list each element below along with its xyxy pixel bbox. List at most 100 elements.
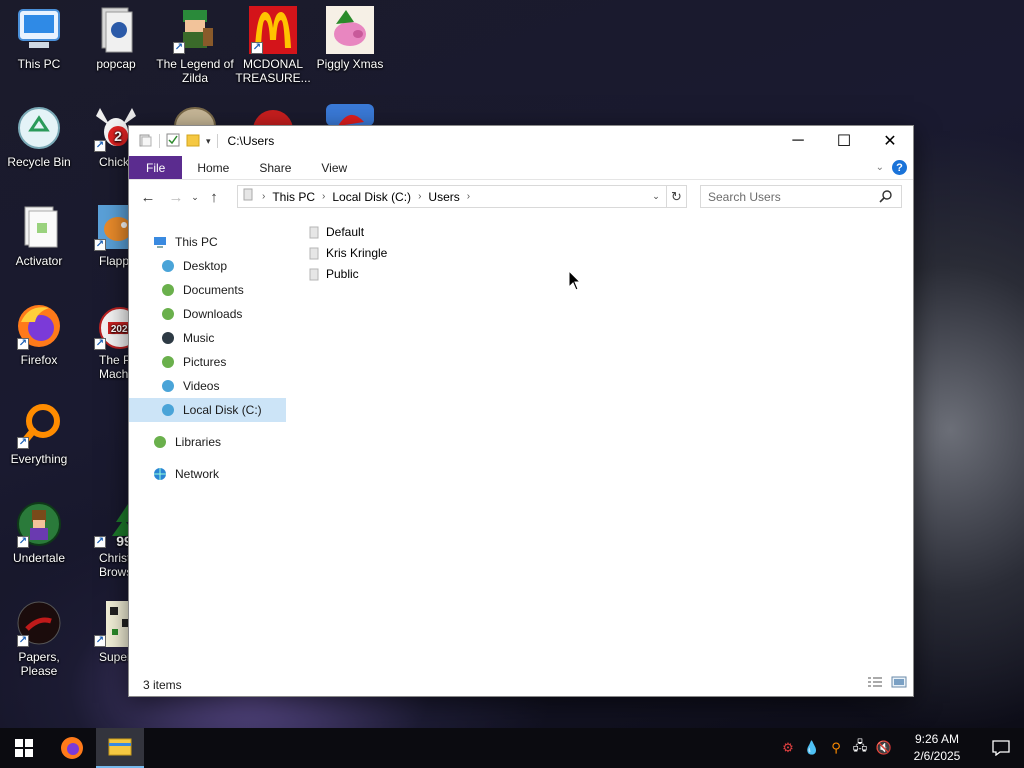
back-arrow-icon[interactable]: ← bbox=[137, 189, 159, 206]
undertale-icon: ↗ bbox=[15, 500, 63, 548]
nav-label: Music bbox=[183, 331, 215, 345]
file-explorer-window: ▾ C:\Users ─ ☐ ✕ File Home Share View ⌄ … bbox=[128, 125, 914, 697]
droplet-icon[interactable]: 💧 bbox=[800, 740, 824, 756]
nav-item-downloads[interactable]: Downloads bbox=[129, 302, 286, 326]
downloads-folder-icon bbox=[162, 308, 174, 320]
details-view-icon[interactable] bbox=[867, 676, 883, 691]
shortcut-arrow-icon: ↗ bbox=[94, 635, 106, 647]
navigation-bar: ← → ⌄ ↑ › This PC › Local Disk (C:) › Us… bbox=[129, 184, 913, 210]
desktop-icon-legend-of-zilda[interactable]: ↗ The Legend of Zilda bbox=[156, 6, 234, 85]
minimize-button[interactable]: ─ bbox=[775, 126, 821, 156]
new-folder-icon[interactable] bbox=[186, 133, 200, 150]
firefox-icon: ↗ bbox=[15, 302, 63, 350]
desktop-icon-mcdonald-treasure[interactable]: ↗ MCDONAL TREASURE... bbox=[234, 6, 312, 85]
notifications-button[interactable] bbox=[978, 740, 1024, 756]
nav-item-this-pc[interactable]: This PC bbox=[129, 230, 286, 254]
nav-label: Network bbox=[175, 467, 220, 481]
documents-folder-icon bbox=[162, 284, 174, 296]
desktop-icon-piggly-xmas[interactable]: Piggly Xmas bbox=[311, 6, 389, 71]
title-bar[interactable]: ▾ C:\Users ─ ☐ ✕ bbox=[129, 126, 913, 156]
breadcrumb-this-pc[interactable]: This PC bbox=[272, 190, 315, 204]
list-item[interactable]: Kris Kringle bbox=[309, 243, 409, 263]
network-icon bbox=[154, 468, 166, 480]
desktop-icon-recycle-bin[interactable]: Recycle Bin bbox=[0, 104, 78, 169]
legend-of-zilda-icon: ↗ bbox=[171, 6, 219, 54]
desktop-icon-label: The Legend of Zilda bbox=[156, 57, 234, 85]
system-tray: ⚙ 💧 ⚲ 🖧 🔇 9:26 AM 2/6/2025 bbox=[776, 728, 1024, 768]
tab-file[interactable]: File bbox=[129, 156, 183, 179]
desktop-icon-firefox[interactable]: ↗ Firefox bbox=[0, 302, 78, 367]
game-icon bbox=[249, 104, 297, 126]
nav-item-videos[interactable]: Videos bbox=[129, 374, 286, 398]
desktop-icon-everything[interactable]: ↗ Everything bbox=[0, 401, 78, 466]
clock[interactable]: 9:26 AM 2/6/2025 bbox=[904, 731, 970, 765]
expand-ribbon-chevron-icon[interactable]: ⌄ bbox=[876, 162, 884, 173]
search-box[interactable]: Search Users bbox=[700, 185, 902, 208]
refresh-icon[interactable]: ↻ bbox=[666, 186, 686, 207]
local-disk-icon bbox=[162, 404, 174, 416]
breadcrumb-separator-icon[interactable]: › bbox=[262, 191, 265, 202]
desktop-icon-label: Undertale bbox=[12, 551, 66, 565]
nav-item-desktop[interactable]: Desktop bbox=[129, 254, 286, 278]
nav-item-libraries[interactable]: Libraries bbox=[129, 430, 286, 454]
tray-app-icon[interactable]: ⚙ bbox=[776, 740, 800, 756]
taskbar-file-explorer-button[interactable] bbox=[96, 728, 144, 768]
nav-item-music[interactable]: Music bbox=[129, 326, 286, 350]
tab-view[interactable]: View bbox=[306, 156, 362, 179]
popcap-icon bbox=[92, 6, 140, 54]
desktop-icon-label: Papers, Please bbox=[18, 650, 60, 678]
address-history-chevron-icon[interactable]: ⌄ bbox=[646, 191, 666, 202]
nav-label: Desktop bbox=[183, 259, 228, 273]
desktop-icon-papers-please[interactable]: ↗ Papers, Please bbox=[0, 599, 78, 678]
desktop-icon-label: Firefox bbox=[20, 353, 58, 367]
desktop-icon-activator[interactable]: Activator bbox=[0, 203, 78, 268]
address-bar[interactable]: › This PC › Local Disk (C:) › Users › ⌄ … bbox=[237, 185, 687, 208]
maximize-button[interactable]: ☐ bbox=[821, 126, 867, 156]
list-item[interactable]: Public bbox=[309, 264, 409, 284]
desktop-icon-this-pc[interactable]: This PC bbox=[0, 6, 78, 71]
network-status-icon[interactable]: 🖧 bbox=[848, 737, 872, 759]
desktop-icon-popcap[interactable]: popcap bbox=[77, 6, 155, 71]
clock-time: 9:26 AM bbox=[914, 732, 960, 746]
nav-item-local-disk[interactable]: Local Disk (C:) bbox=[129, 398, 286, 422]
search-icon[interactable] bbox=[879, 189, 893, 206]
shortcut-arrow-icon: ↗ bbox=[17, 536, 29, 548]
nav-item-network[interactable]: Network bbox=[129, 462, 286, 486]
start-button[interactable] bbox=[0, 728, 48, 768]
up-arrow-icon[interactable]: ↑ bbox=[203, 189, 225, 206]
piggly-xmas-icon bbox=[326, 6, 374, 54]
help-icon[interactable]: ? bbox=[892, 160, 907, 175]
breadcrumb-separator-icon[interactable]: › bbox=[322, 191, 325, 202]
nav-label: Pictures bbox=[183, 355, 227, 369]
this-pc-icon bbox=[154, 237, 166, 248]
firefox-icon bbox=[61, 737, 83, 759]
customize-toolbar-chevron-icon[interactable]: ▾ bbox=[206, 136, 211, 147]
desktop-icon-label: Recycle Bin bbox=[7, 155, 71, 169]
tab-share[interactable]: Share bbox=[244, 156, 306, 179]
window-title: C:\Users bbox=[227, 134, 275, 148]
tab-home[interactable]: Home bbox=[182, 156, 244, 179]
folder-icon bbox=[309, 226, 319, 239]
file-name: Default bbox=[326, 225, 365, 239]
nav-item-documents[interactable]: Documents bbox=[129, 278, 286, 302]
recent-locations-chevron-icon[interactable]: ⌄ bbox=[187, 192, 203, 203]
everything-search-icon[interactable]: ⚲ bbox=[824, 740, 848, 756]
breadcrumb-separator-icon[interactable]: › bbox=[418, 191, 421, 202]
breadcrumb-local-disk[interactable]: Local Disk (C:) bbox=[332, 190, 411, 204]
volume-muted-icon[interactable]: 🔇 bbox=[872, 740, 896, 756]
forward-arrow-icon[interactable]: → bbox=[165, 189, 187, 206]
list-item[interactable]: Default bbox=[309, 222, 409, 242]
taskbar-firefox-button[interactable] bbox=[48, 728, 96, 768]
search-input-placeholder[interactable]: Search Users bbox=[708, 190, 781, 204]
this-pc-icon bbox=[15, 6, 63, 54]
close-button[interactable]: ✕ bbox=[867, 126, 913, 156]
breadcrumb-separator-icon[interactable]: › bbox=[467, 191, 470, 202]
breadcrumb-users[interactable]: Users bbox=[428, 190, 459, 204]
nav-item-pictures[interactable]: Pictures bbox=[129, 350, 286, 374]
explorer-app-icon[interactable] bbox=[139, 133, 153, 150]
address-bar-actions: ⌄ ↻ bbox=[646, 186, 686, 207]
svg-text:2: 2 bbox=[114, 128, 122, 144]
properties-icon[interactable] bbox=[166, 133, 180, 150]
large-icons-view-icon[interactable] bbox=[891, 676, 907, 691]
desktop-icon-undertale[interactable]: ↗ Undertale bbox=[0, 500, 78, 565]
